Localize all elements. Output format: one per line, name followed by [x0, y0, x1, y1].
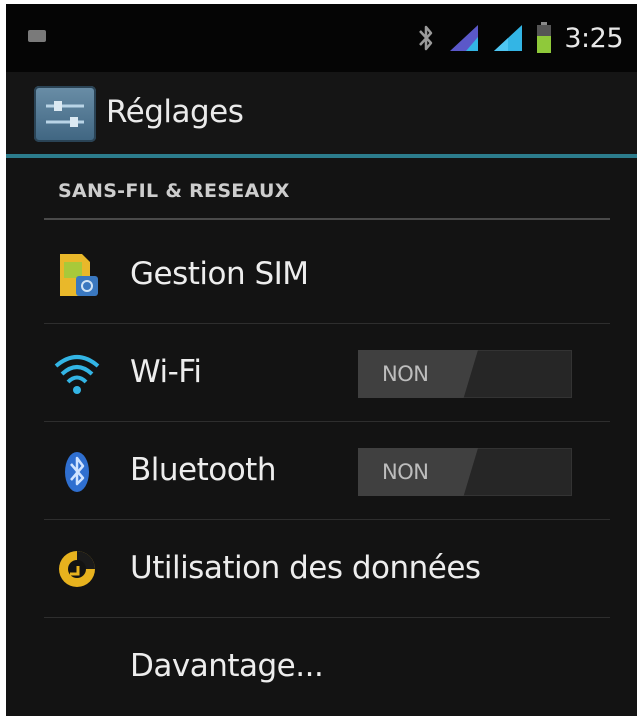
action-bar: Réglages — [6, 72, 637, 154]
settings-item-label: Bluetooth — [130, 452, 277, 488]
page-title: Réglages — [106, 94, 244, 130]
settings-item-label: Davantage... — [130, 648, 324, 684]
status-bar: 3:25 — [6, 4, 637, 72]
bluetooth-icon — [65, 452, 89, 492]
settings-item-label: Utilisation des données — [130, 550, 481, 586]
wifi-toggle[interactable]: NON — [358, 350, 572, 398]
toggle-state: NON — [382, 362, 429, 386]
settings-app-icon[interactable] — [34, 86, 96, 142]
data-usage-icon — [59, 551, 95, 587]
bluetooth-icon — [419, 25, 433, 51]
settings-item-wifi[interactable]: Wi-Fi NON — [6, 324, 637, 422]
settings-item-data-usage[interactable]: Utilisation des données — [6, 520, 637, 618]
settings-item-label: Gestion SIM — [130, 256, 309, 292]
settings-item-label: Wi-Fi — [130, 354, 202, 390]
notification-icon — [28, 30, 46, 42]
settings-screen: 3:25 Réglages SANS-FIL & RESEAUX Gestion… — [6, 4, 637, 716]
section-header: SANS-FIL & RESEAUX — [58, 180, 290, 202]
bluetooth-toggle[interactable]: NON — [358, 448, 572, 496]
battery-icon — [537, 22, 552, 53]
settings-item-bluetooth[interactable]: Bluetooth NON — [6, 422, 637, 520]
section-divider — [44, 218, 610, 220]
toggle-state: NON — [382, 460, 429, 484]
status-icons: 3:25 — [416, 18, 623, 58]
signal-icon — [494, 25, 523, 51]
wifi-icon — [54, 355, 100, 394]
settings-item-more[interactable]: Davantage... — [6, 618, 637, 716]
sim-card-icon — [60, 254, 98, 296]
signal-icon — [450, 25, 479, 51]
action-bar-divider — [6, 154, 637, 158]
status-clock: 3:25 — [564, 22, 623, 54]
settings-item-sim-management[interactable]: Gestion SIM — [6, 226, 637, 324]
